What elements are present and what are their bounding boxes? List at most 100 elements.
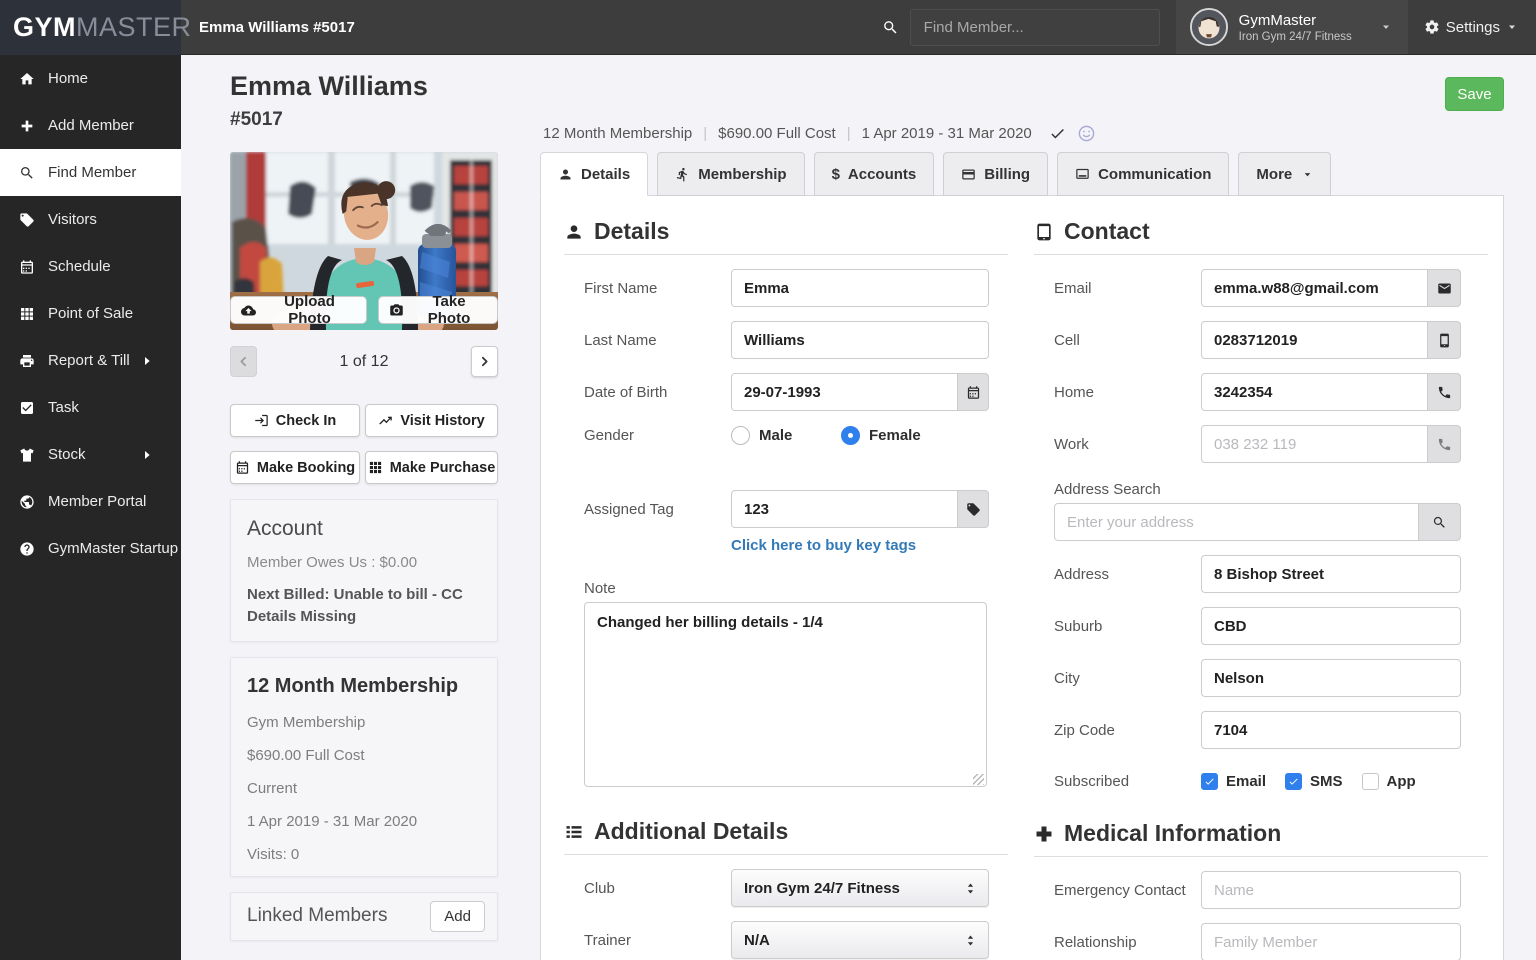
user-icon (564, 222, 584, 242)
home-phone-button[interactable] (1428, 373, 1461, 411)
photo-prev-button[interactable] (230, 346, 257, 377)
tab-more[interactable]: More (1238, 152, 1332, 196)
sidebar-item-gymmaster-startup[interactable]: GymMaster Startup (0, 525, 181, 572)
sidebar-item-find-member[interactable]: Find Member (0, 149, 181, 196)
relationship-field[interactable] (1201, 923, 1461, 960)
caret-right-icon (139, 447, 155, 463)
subscribed-sms-checkbox[interactable]: SMS (1285, 773, 1343, 790)
grid-icon (19, 306, 35, 322)
search-icon (1432, 515, 1447, 530)
member-photo: Upload Photo Take Photo (230, 152, 498, 330)
tab-membership[interactable]: Membership (657, 152, 805, 196)
buy-key-tags-link[interactable]: Click here to buy key tags (731, 537, 1011, 554)
club-select[interactable]: Iron Gym 24/7 Fitness (731, 869, 989, 907)
tab-communication[interactable]: Communication (1057, 152, 1230, 196)
user-menu[interactable]: GymMaster Iron Gym 24/7 Fitness (1175, 0, 1408, 54)
summary-plan: 12 Month Membership (543, 125, 693, 142)
email-field[interactable] (1201, 269, 1428, 307)
city-row: City (1031, 659, 1491, 697)
last-name-field[interactable] (731, 321, 989, 359)
dob-field[interactable] (731, 373, 958, 411)
sidebar-item-home[interactable]: Home (0, 55, 181, 102)
settings-menu[interactable]: Settings (1408, 0, 1536, 54)
dob-calendar-button[interactable] (958, 373, 989, 411)
sidebar-item-stock[interactable]: Stock (0, 431, 181, 478)
membership-card-line: $690.00 Full Cost (247, 746, 365, 764)
member-actions: Check In Visit History Make Booking Make… (230, 404, 498, 484)
membership-card-line: Current (247, 779, 298, 797)
sidebar-item-point-of-sale[interactable]: Point of Sale (0, 290, 181, 337)
email-row: Email (1031, 269, 1491, 307)
chart-line-icon (378, 413, 393, 428)
contact-section-heading: Contact (1034, 218, 1488, 255)
subscribed-app-checkbox[interactable]: App (1361, 773, 1416, 790)
checkbox-icon (1361, 773, 1379, 790)
work-phone-button[interactable] (1428, 425, 1461, 463)
zip-field[interactable] (1201, 711, 1461, 749)
topbar-page-title: Emma Williams #5017 (199, 18, 355, 36)
linked-members-add-button[interactable]: Add (430, 900, 485, 932)
address-field[interactable] (1201, 555, 1461, 593)
cell-row: Cell (1031, 321, 1491, 359)
sidebar-item-task[interactable]: Task (0, 384, 181, 431)
first-name-field[interactable] (731, 269, 989, 307)
find-member-search-input[interactable] (909, 8, 1160, 46)
cell-phone-button[interactable] (1428, 321, 1461, 359)
trainer-select[interactable]: N/A (731, 921, 989, 959)
make-booking-button[interactable]: Make Booking (230, 451, 360, 484)
take-photo-button[interactable]: Take Photo (378, 293, 498, 327)
visit-history-button[interactable]: Visit History (365, 404, 498, 437)
home-phone-field[interactable] (1201, 373, 1428, 411)
suburb-field[interactable] (1201, 607, 1461, 645)
sidebar-item-add-member[interactable]: Add Member (0, 102, 181, 149)
tag-icon (19, 212, 35, 228)
grid-icon (368, 460, 383, 475)
sidebar-item-report-till[interactable]: Report & Till (0, 337, 181, 384)
checkbox-checked-icon (1201, 773, 1218, 790)
tag-icon (966, 502, 981, 517)
address-search-button[interactable] (1419, 503, 1461, 541)
subscribed-email-checkbox[interactable]: Email (1201, 773, 1266, 790)
sidebar-item-schedule[interactable]: Schedule (0, 243, 181, 290)
tab-details[interactable]: Details (540, 152, 649, 196)
city-field[interactable] (1201, 659, 1461, 697)
user-name: GymMaster (1238, 11, 1317, 29)
upload-photo-button[interactable]: Upload Photo (230, 293, 368, 327)
list-icon (564, 822, 584, 842)
note-textarea[interactable]: Changed her billing details - 1/4 (584, 602, 987, 787)
tab-accounts[interactable]: $ Accounts (813, 152, 935, 196)
emergency-contact-field[interactable] (1201, 871, 1461, 909)
last-name-row: Last Name (561, 321, 1011, 359)
work-phone-field[interactable] (1201, 425, 1428, 463)
dob-row: Date of Birth (561, 373, 1011, 411)
user-icon (558, 167, 573, 182)
plus-icon (19, 118, 35, 134)
tab-billing[interactable]: Billing (943, 152, 1049, 196)
subscribed-row: Subscribed Email SMS App (1054, 773, 1416, 790)
member-sidebar-column: Upload Photo Take Photo 1 of 12 Check In… (230, 152, 498, 941)
contact-column: Contact Email Cell (1031, 196, 1491, 960)
check-in-button[interactable]: Check In (230, 404, 360, 437)
cell-field[interactable] (1201, 321, 1428, 359)
linked-members-title: Linked Members (247, 905, 388, 926)
tag-button[interactable] (958, 490, 989, 528)
credit-card-icon (961, 167, 976, 182)
email-button[interactable] (1428, 269, 1461, 307)
details-section-heading: Details (564, 218, 1008, 255)
printer-icon (19, 353, 35, 369)
phone-icon (1437, 385, 1452, 400)
medical-cross-icon (1034, 824, 1054, 844)
details-column: Details First Name Last Name Date of Bir… (561, 196, 1011, 959)
sidebar-item-member-portal[interactable]: Member Portal (0, 478, 181, 525)
mobile-icon (1437, 333, 1452, 348)
make-purchase-button[interactable]: Make Purchase (365, 451, 498, 484)
gender-male-radio[interactable]: Male (731, 426, 831, 445)
assigned-tag-field[interactable] (731, 490, 958, 528)
photo-next-button[interactable] (471, 346, 498, 377)
calendar-icon (235, 460, 250, 475)
sidebar-item-visitors[interactable]: Visitors (0, 196, 181, 243)
address-search-input[interactable] (1054, 503, 1419, 541)
tablet-icon (1034, 222, 1054, 242)
gender-female-radio[interactable]: Female (841, 426, 941, 445)
sign-in-icon (254, 413, 269, 428)
